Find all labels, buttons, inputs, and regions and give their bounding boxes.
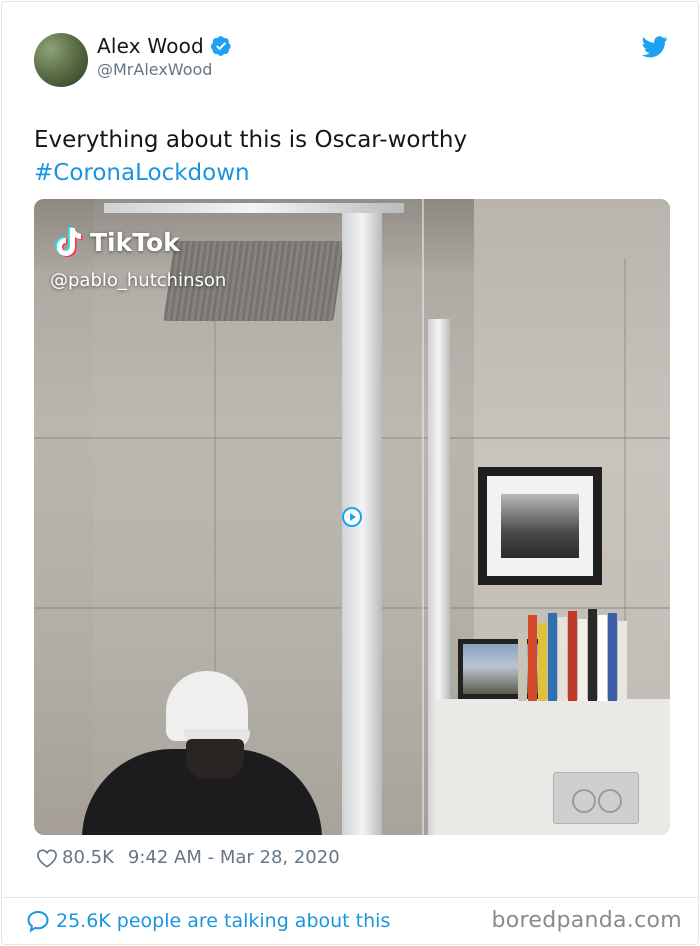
person-face <box>186 739 244 779</box>
heart-icon[interactable] <box>36 848 58 868</box>
author-handle[interactable]: @MrAlexWood <box>97 60 212 79</box>
twitter-bird-icon[interactable] <box>642 36 668 58</box>
conversation-text[interactable]: 25.6K people are talking about this <box>56 910 390 932</box>
site-watermark: boredpanda.com <box>491 908 682 933</box>
author-name[interactable]: Alex Wood <box>97 34 204 58</box>
tiktok-brand: TikTok <box>90 227 180 257</box>
tweet-timestamp[interactable]: 9:42 AM - Mar 28, 2020 <box>128 847 340 868</box>
speech-bubble-icon <box>27 910 49 933</box>
tweet-card: Alex Wood @MrAlexWood Everything about t… <box>1 1 699 945</box>
tiktok-logo-icon <box>55 227 83 257</box>
conversation-link[interactable]: 25.6K people are talking about this <box>26 909 390 933</box>
tiktok-username: @pablo_hutchinson <box>50 270 227 291</box>
hashtag-link[interactable]: #CoronaLockdown <box>34 157 674 190</box>
tweet-meta: 80.5K 9:42 AM - Mar 28, 2020 <box>36 847 340 868</box>
toilet-flush-plate <box>553 772 639 824</box>
shower-frame <box>104 203 404 213</box>
tweet-body: Everything about this is Oscar-worthy <box>34 127 468 153</box>
tweet-text: Everything about this is Oscar-worthy #C… <box>34 124 674 190</box>
tiktok-watermark: TikTok <box>54 225 180 259</box>
author-avatar[interactable] <box>34 33 88 87</box>
framed-photo <box>478 467 602 585</box>
tweet-video[interactable]: TikTok @pablo_hutchinson <box>34 199 670 835</box>
verified-badge-icon <box>210 36 231 56</box>
author-name-row: Alex Wood <box>97 34 232 58</box>
footer-divider <box>3 897 699 898</box>
like-count[interactable]: 80.5K <box>62 847 114 868</box>
books <box>518 607 628 701</box>
play-icon[interactable] <box>342 507 362 527</box>
